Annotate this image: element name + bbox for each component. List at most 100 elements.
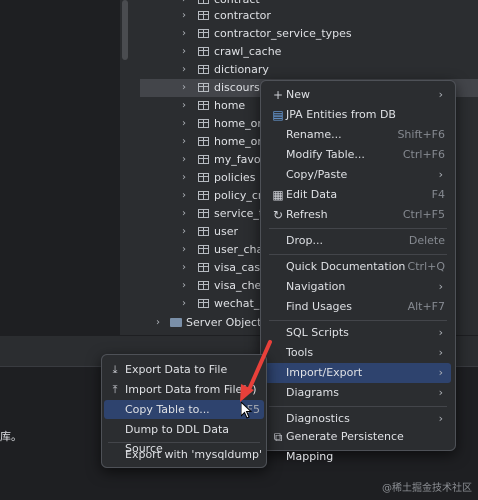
chevron-right-icon[interactable]: ›	[182, 259, 186, 277]
table-grid-icon: ▦	[272, 188, 284, 202]
table-icon	[198, 11, 209, 20]
chevron-right-icon[interactable]: ›	[182, 7, 186, 25]
shortcut-label: Shift+F6	[397, 128, 445, 141]
chevron-right-icon[interactable]: ›	[182, 169, 186, 187]
menu-item-import-export[interactable]: Import/Export ›	[265, 363, 451, 383]
table-icon	[198, 65, 209, 74]
chevron-right-icon[interactable]: ›	[182, 277, 186, 295]
table-icon	[198, 191, 209, 200]
menu-item-edit-data[interactable]: ▦ Edit Data F4	[265, 185, 451, 205]
tree-item-label: contractor_service_types	[214, 27, 352, 40]
table-icon	[198, 47, 209, 56]
tree-item-label: home	[214, 99, 246, 112]
submenu-item-copy-table-to[interactable]: Copy Table to... F5	[104, 400, 264, 419]
menu-item-find-usages[interactable]: Find Usages Alt+F7	[265, 297, 451, 317]
tree-item-label: Server Objects	[186, 316, 268, 329]
table-icon	[198, 227, 209, 236]
shortcut-label: Alt+F7	[407, 300, 445, 313]
chevron-right-icon: ›	[438, 168, 443, 181]
menu-item-label: Navigation	[286, 280, 346, 293]
submenu-item-export-data-to-file[interactable]: ⤓ Export Data to File	[104, 360, 264, 379]
menu-item-rename[interactable]: Rename... Shift+F6	[265, 125, 451, 145]
menu-item-generate-persistence-mapping[interactable]: ⧉ Generate Persistence Mapping	[265, 427, 451, 463]
tree-item-label: policies	[214, 171, 256, 184]
chevron-right-icon[interactable]: ›	[182, 97, 186, 115]
chevron-right-icon[interactable]: ›	[182, 151, 186, 169]
chevron-right-icon: ›	[438, 326, 443, 339]
menu-separator	[269, 254, 447, 255]
chevron-right-icon[interactable]: ›	[182, 205, 186, 223]
chevron-right-icon[interactable]: ›	[182, 133, 186, 151]
menu-item-diagrams[interactable]: Diagrams ›	[265, 383, 451, 403]
menu-item-label: Modify Table...	[286, 148, 365, 161]
shortcut-label: Ctrl+Q	[407, 260, 445, 273]
menu-item-modify-table[interactable]: Modify Table... Ctrl+F6	[265, 145, 451, 165]
menu-item-drop[interactable]: Drop... Delete	[265, 231, 451, 251]
chevron-right-icon[interactable]: ›	[182, 295, 186, 313]
chevron-right-icon: ›	[438, 366, 443, 379]
watermark: @稀土掘金技术社区	[382, 483, 472, 494]
table-icon	[198, 263, 209, 272]
menu-item-tools[interactable]: Tools ›	[265, 343, 451, 363]
submenu-item-dump-to-ddl[interactable]: Dump to DDL Data Source	[104, 420, 264, 455]
menu-item-label: Quick Documentation	[286, 260, 406, 273]
tree-item-crawl-cache[interactable]: › crawl_cache	[130, 43, 478, 61]
persistence-icon: ⧉	[273, 430, 283, 444]
table-icon	[198, 245, 209, 254]
menu-item-label: Copy/Paste	[286, 168, 348, 181]
tree-item-contractor[interactable]: › contractor	[130, 7, 478, 25]
menu-separator	[269, 406, 447, 407]
menu-item-copy-paste[interactable]: Copy/Paste ›	[265, 165, 451, 185]
menu-item-label: Diagnostics	[286, 412, 350, 425]
chevron-right-icon[interactable]: ›	[182, 223, 186, 241]
chevron-right-icon: ›	[438, 346, 443, 359]
refresh-icon: ↻	[272, 208, 284, 222]
chevron-right-icon[interactable]: ›	[182, 61, 186, 79]
tree-item-contractor-service-types[interactable]: › contractor_service_types	[130, 25, 478, 43]
chevron-right-icon[interactable]: ›	[182, 187, 186, 205]
menu-item-label: Drop...	[286, 234, 323, 247]
tree-item-label: user	[214, 225, 238, 238]
menu-item-sql-scripts[interactable]: SQL Scripts ›	[265, 323, 451, 343]
menu-item-label: Edit Data	[286, 188, 338, 201]
menu-item-quick-documentation[interactable]: Quick Documentation Ctrl+Q	[265, 257, 451, 277]
menu-item-refresh[interactable]: ↻ Refresh Ctrl+F5	[265, 205, 451, 225]
menu-item-label: Rename...	[286, 128, 342, 141]
table-icon	[198, 299, 209, 308]
editor-pane	[0, 0, 120, 335]
menu-item-label: Diagrams	[286, 386, 339, 399]
submenu-item-export-mysqldump[interactable]: Export with 'mysqldump'	[104, 445, 264, 464]
menu-item-navigation[interactable]: Navigation ›	[265, 277, 451, 297]
chevron-right-icon: ›	[438, 280, 443, 293]
menu-item-diagnostics[interactable]: Diagnostics ›	[265, 409, 451, 429]
table-icon	[198, 281, 209, 290]
shortcut-label: Ctrl+F6	[402, 148, 445, 161]
menu-separator	[269, 320, 447, 321]
tree-item-label: discourse	[214, 81, 267, 94]
table-icon	[198, 0, 209, 4]
menu-item-jpa-entities[interactable]: ▤ JPA Entities from DB	[265, 105, 451, 125]
table-icon	[198, 101, 209, 110]
mouse-cursor-icon	[241, 402, 253, 419]
menu-item-label: Import Data from File(s)	[125, 383, 257, 396]
menu-item-label: Export with 'mysqldump'	[125, 448, 263, 461]
chevron-right-icon[interactable]: ›	[182, 25, 186, 43]
table-icon	[198, 119, 209, 128]
chevron-right-icon[interactable]: ›	[182, 115, 186, 133]
chevron-right-icon[interactable]: ›	[156, 314, 160, 332]
chevron-right-icon[interactable]: ›	[182, 241, 186, 259]
shortcut-label: Delete	[408, 234, 445, 247]
tree-item-dictionary[interactable]: › dictionary	[130, 61, 478, 79]
folder-icon	[170, 318, 182, 327]
table-icon	[198, 29, 209, 38]
editor-scrollbar[interactable]	[122, 0, 128, 60]
menu-separator	[269, 228, 447, 229]
chevron-right-icon: ›	[438, 412, 443, 425]
upload-icon: ⤒	[112, 383, 118, 396]
plus-icon: +	[272, 88, 284, 102]
submenu-item-import-data-from-files[interactable]: ⤒ Import Data from File(s)	[104, 380, 264, 399]
chevron-right-icon[interactable]: ›	[182, 43, 186, 61]
menu-item-label: Generate Persistence Mapping	[286, 430, 404, 463]
chevron-right-icon[interactable]: ›	[182, 79, 186, 97]
menu-item-new[interactable]: + New ›	[265, 85, 451, 105]
